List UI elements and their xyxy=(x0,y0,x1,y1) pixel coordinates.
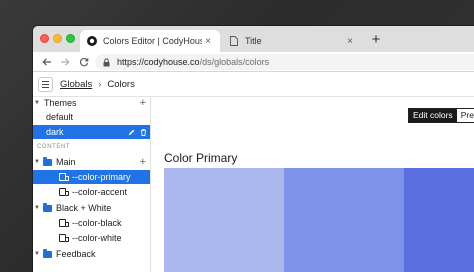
sidebar: ▼ Themes + default dark CONTENT ▼ Main +… xyxy=(33,98,151,272)
chevron-down-icon: ▼ xyxy=(34,100,40,106)
add-theme-button[interactable]: + xyxy=(140,98,146,110)
theme-label: default xyxy=(46,112,74,122)
theme-item-dark[interactable]: dark xyxy=(33,125,150,139)
close-window-button[interactable] xyxy=(40,34,49,43)
color-swatch-light[interactable] xyxy=(164,168,284,272)
browser-window: Colors Editor | CodyHouse × Title × + ht… xyxy=(33,26,474,272)
color-item-label: --color-black xyxy=(72,218,122,228)
breadcrumb-separator-icon: › xyxy=(98,79,102,90)
theme-label: dark xyxy=(46,127,64,137)
preview-button[interactable]: Preview xyxy=(456,109,474,122)
color-title: Color Primary xyxy=(164,151,238,165)
maximize-window-button[interactable] xyxy=(66,34,75,43)
menu-icon[interactable] xyxy=(38,77,53,92)
color-swatch-dark[interactable] xyxy=(404,168,474,272)
color-item-primary[interactable]: --color-primary xyxy=(33,170,150,184)
url-text: https://codyhouse.co/ds/globals/colors xyxy=(117,57,269,67)
chevron-down-icon: ▼ xyxy=(34,205,40,211)
url-host: https://codyhouse.co xyxy=(117,57,200,67)
chevron-down-icon: ▼ xyxy=(34,251,40,257)
color-swatch-icon xyxy=(59,219,69,227)
forward-arrow-icon[interactable] xyxy=(58,55,72,69)
new-tab-button[interactable]: + xyxy=(367,31,385,49)
edit-colors-button[interactable]: Edit colors xyxy=(409,109,457,122)
view-toggle: Edit colors Preview xyxy=(408,108,474,123)
url-path: /ds/globals/colors xyxy=(199,57,270,67)
color-swatch-icon xyxy=(59,234,69,242)
page-icon xyxy=(229,36,239,46)
tab-colors-editor[interactable]: Colors Editor | CodyHouse × xyxy=(80,30,220,52)
theme-actions xyxy=(128,128,147,136)
breadcrumb-current: Colors xyxy=(107,79,135,90)
close-tab-icon[interactable]: × xyxy=(344,36,356,47)
address-bar[interactable]: https://codyhouse.co/ds/globals/colors xyxy=(95,54,474,70)
color-item-white[interactable]: --color-white xyxy=(33,231,150,245)
breadcrumb-globals-link[interactable]: Globals xyxy=(60,79,92,90)
add-color-button[interactable]: + xyxy=(140,155,146,169)
folder-icon xyxy=(43,202,52,212)
main-panel: Edit colors Preview Color Primary xyxy=(152,98,474,272)
chevron-down-icon: ▼ xyxy=(34,159,40,165)
group-main[interactable]: ▼ Main + xyxy=(33,155,150,169)
content-section-label: CONTENT xyxy=(37,144,71,150)
reload-icon[interactable] xyxy=(77,55,91,69)
group-feedback[interactable]: ▼ Feedback xyxy=(33,247,150,261)
lock-icon xyxy=(103,57,110,67)
tab-title: Title xyxy=(245,36,262,46)
tab-title: Colors Editor | CodyHouse xyxy=(103,36,202,46)
folder-icon xyxy=(43,248,52,258)
color-item-label: --color-accent xyxy=(72,187,128,197)
trash-icon[interactable] xyxy=(140,128,147,136)
minimize-window-button[interactable] xyxy=(53,34,62,43)
themes-label: Themes xyxy=(44,98,77,108)
browser-toolbar: https://codyhouse.co/ds/globals/colors xyxy=(33,52,474,72)
close-tab-icon[interactable]: × xyxy=(202,36,214,47)
themes-header[interactable]: ▼ Themes + xyxy=(33,98,150,110)
color-swatch-icon xyxy=(59,173,69,181)
group-label: Feedback xyxy=(56,249,96,259)
breadcrumb: Globals › Colors xyxy=(60,79,135,90)
group-label: Main xyxy=(56,157,76,167)
theme-item-default[interactable]: default xyxy=(33,110,150,124)
codyhouse-logo-icon xyxy=(87,36,97,46)
folder-icon xyxy=(43,156,52,166)
edit-pencil-icon[interactable] xyxy=(128,129,135,136)
color-swatch-icon xyxy=(59,188,69,196)
tab-strip: Colors Editor | CodyHouse × Title × + xyxy=(33,26,474,52)
color-item-label: --color-white xyxy=(72,233,122,243)
color-item-black[interactable]: --color-black xyxy=(33,216,150,230)
app-header: Globals › Colors xyxy=(33,73,474,97)
group-label: Black + White xyxy=(56,203,112,213)
tab-title-page[interactable]: Title × xyxy=(222,30,362,52)
color-item-label: --color-primary xyxy=(72,172,131,182)
color-swatch-base[interactable] xyxy=(284,168,404,272)
back-arrow-icon[interactable] xyxy=(40,55,54,69)
group-black-white[interactable]: ▼ Black + White xyxy=(33,201,150,215)
color-item-accent[interactable]: --color-accent xyxy=(33,185,150,199)
